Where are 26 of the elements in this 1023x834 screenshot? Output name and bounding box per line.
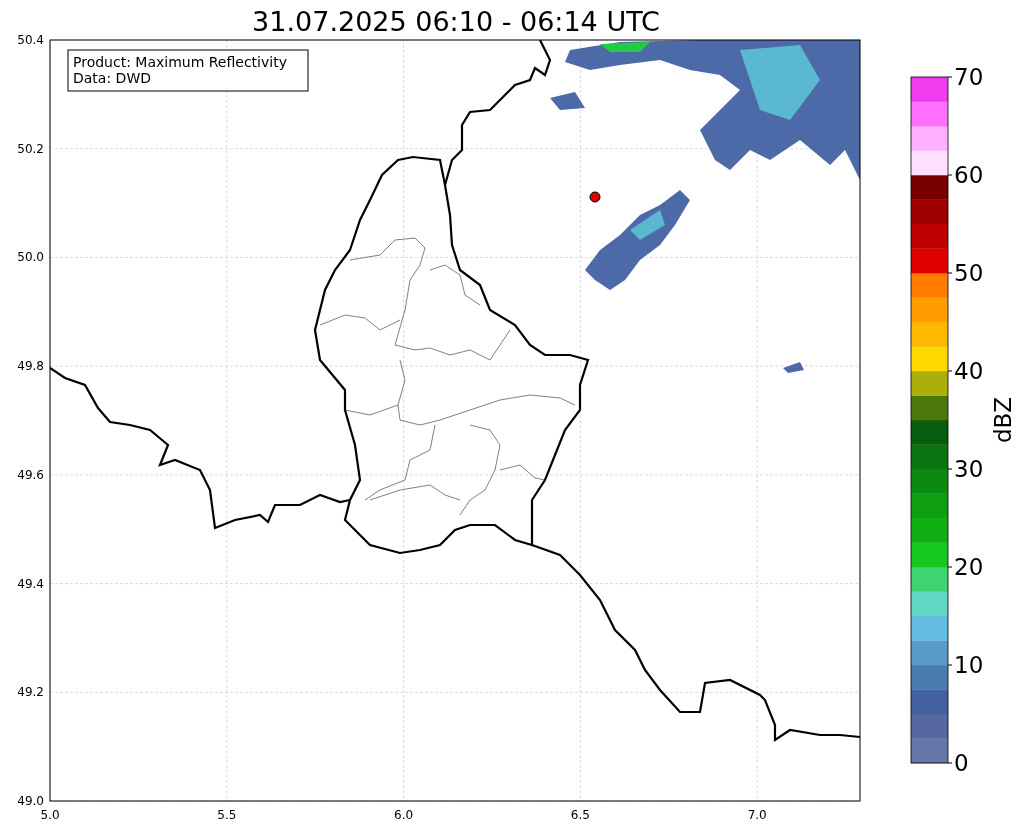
colorbar-tick-label: 50	[954, 260, 984, 286]
legend-text: Product: Maximum Reflectivity	[73, 54, 287, 70]
chart-title: 31.07.2025 06:10 - 06:14 UTC	[252, 6, 660, 37]
colorbar-label: dBZ	[990, 396, 1016, 444]
axis-tick-label: 49.2	[17, 685, 44, 700]
legend-text: Data: DWD	[73, 70, 151, 86]
location-marker	[589, 191, 601, 203]
axis-tick-label: 50.4	[17, 33, 44, 47]
colorbar-tick-label: 60	[954, 162, 984, 188]
axis-tick-label: 49.4	[17, 576, 44, 591]
axis-tick-label: 5.5	[217, 808, 237, 822]
axis-tick-label: 5.0	[40, 808, 60, 822]
axis-tick-label: 50.0	[17, 250, 44, 265]
colorbar-tick-label: 0	[954, 750, 969, 776]
axis-tick-label: 6.5	[570, 808, 590, 822]
axis-tick-label: 7.0	[747, 808, 767, 822]
colorbar-tick-label: 70	[954, 64, 984, 90]
axis-tick-label: 49.8	[17, 359, 44, 374]
axis-tick-label: 49.6	[17, 467, 44, 482]
axis-tick-label: 50.2	[17, 141, 44, 156]
axis-tick-label: 6.0	[394, 808, 414, 822]
colorbar-tick-label: 40	[954, 358, 984, 384]
colorbar-tick-label: 10	[954, 652, 984, 678]
colorbar-tick-label: 30	[954, 456, 984, 482]
axis-tick-label: 49.0	[17, 794, 44, 808]
colorbar-tick-label: 20	[954, 554, 984, 580]
